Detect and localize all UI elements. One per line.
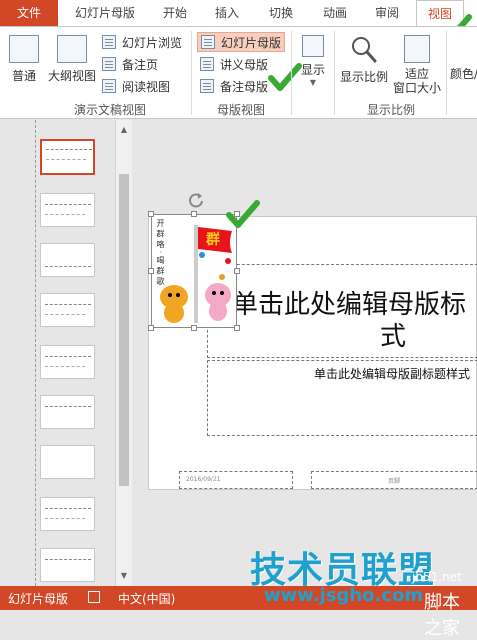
watermark-site: jb51.net (412, 570, 462, 584)
thumbnail-layout[interactable] (40, 345, 95, 379)
reading-view-button[interactable]: 阅读视图 (102, 77, 170, 97)
zoom-button[interactable]: 显示比例 (338, 35, 390, 85)
footer-text: 页脚 (388, 478, 401, 485)
color-grayscale-button[interactable]: 颜色/ (450, 65, 477, 82)
tab-insert[interactable]: 插入 (204, 0, 250, 26)
fit-to-window-button[interactable]: 适应 窗口大小 (392, 35, 442, 95)
slide-sorter-label: 幻灯片浏览 (122, 36, 183, 50)
rotate-handle-icon[interactable] (188, 192, 204, 208)
watermark-url: www.jsgho.com (264, 585, 424, 606)
outline-view-icon (57, 35, 87, 63)
status-view-name: 幻灯片母版 (8, 592, 69, 606)
status-language[interactable]: 中文(中国) (118, 590, 175, 607)
handout-master-button[interactable]: 讲义母版 (200, 55, 268, 75)
notes-page-label: 备注页 (122, 58, 159, 72)
check-mark-icon (226, 200, 260, 228)
ribbon-tabs: 文件 幻灯片母版 开始 插入 切换 动画 审阅 视图 (0, 0, 477, 42)
thumbnail-layout[interactable] (40, 243, 95, 277)
slide-editing-area: 单击此处编辑母版标 式 单击此处编辑母版副标题样式 2016/09/21 页脚 … (134, 120, 477, 586)
outline-view-button[interactable]: 大纲视图 (44, 35, 100, 84)
resize-handle[interactable] (148, 268, 154, 274)
group-divider (446, 31, 447, 115)
outline-view-label: 大纲视图 (47, 69, 96, 83)
normal-view-button[interactable]: 普通 (6, 35, 42, 84)
scrollbar-thumb[interactable] (119, 174, 129, 486)
slide-thumbnail-pane: ▲ ▼ (0, 120, 133, 586)
thumbnail-master[interactable] (40, 139, 95, 175)
resize-handle[interactable] (148, 325, 154, 331)
slide-sorter-icon (102, 35, 116, 49)
footer-placeholder[interactable]: 页脚 (311, 471, 477, 489)
scroll-up-icon[interactable]: ▲ (116, 122, 132, 138)
title-line1: 单击此处编辑母版标 (232, 290, 467, 320)
notes-page-icon (102, 57, 116, 71)
handout-master-label: 讲义母版 (220, 58, 269, 72)
reading-view-label: 阅读视图 (122, 80, 171, 94)
tab-animations[interactable]: 动画 (312, 0, 358, 26)
thumbnail-layout[interactable] (40, 395, 95, 429)
normal-view-icon (9, 35, 39, 63)
subtitle-placeholder[interactable]: 单击此处编辑母版副标题样式 (207, 360, 477, 436)
notes-master-icon (200, 79, 214, 93)
flag-text: 群 (206, 232, 220, 248)
tab-review[interactable]: 审阅 (364, 0, 410, 26)
show-icon (302, 35, 324, 57)
zoom-label: 显示比例 (339, 70, 388, 84)
master-views-group-label: 母版视图 (216, 103, 265, 117)
group-divider (334, 31, 335, 115)
show-button[interactable]: 显示 ▼ (296, 35, 330, 87)
resize-handle[interactable] (234, 325, 240, 331)
zoom-group-label: 显示比例 (366, 103, 415, 117)
fit-window-icon (404, 35, 430, 63)
ribbon: 普通 大纲视图 幻灯片浏览 备注页 阅读视图 演示文稿视图 幻灯片母版 讲义母版… (0, 26, 477, 119)
resize-handle[interactable] (191, 325, 197, 331)
slide-master-button[interactable]: 幻灯片母版 (197, 32, 286, 52)
title-line2: 式 (380, 322, 407, 352)
notes-page-button[interactable]: 备注页 (102, 55, 158, 75)
slide-master-icon (201, 35, 215, 49)
magnifier-icon (352, 37, 377, 63)
tab-transitions[interactable]: 切换 (258, 0, 304, 26)
tab-file[interactable]: 文件 (0, 0, 58, 26)
group-divider (191, 31, 192, 115)
resize-handle[interactable] (191, 211, 197, 217)
resize-handle[interactable] (148, 211, 154, 217)
thumbnail-layout[interactable] (40, 548, 95, 582)
date-text: 2016/09/21 (186, 476, 221, 483)
notes-master-label: 备注母版 (220, 80, 269, 94)
tab-slide-master[interactable]: 幻灯片母版 (62, 0, 148, 26)
thumbnail-layout[interactable] (40, 497, 95, 531)
fit-label-line1: 适应 (404, 67, 429, 81)
fit-label-line2: 窗口大小 (392, 81, 441, 95)
handout-master-icon (200, 57, 214, 71)
cartoon-flag-image[interactable]: 群 开 群 咯 · 喝 群 歌 (148, 211, 240, 331)
subtitle-text: 单击此处编辑母版副标题样式 (314, 367, 471, 381)
chevron-down-icon: ▼ (309, 78, 317, 87)
scroll-down-icon[interactable]: ▼ (116, 568, 132, 584)
slide-master-label: 幻灯片母版 (221, 36, 282, 50)
group-divider (291, 31, 292, 115)
tab-home[interactable]: 开始 (152, 0, 198, 26)
vertical-text: 开 群 咯 · 喝 群 歌 (156, 219, 165, 285)
master-connector-line (35, 120, 36, 586)
notes-icon[interactable] (88, 591, 100, 603)
title-placeholder[interactable]: 单击此处编辑母版标 式 (207, 264, 477, 358)
presentation-views-group-label: 演示文稿视图 (73, 103, 146, 117)
watermark-tail: 脚本之家 (424, 592, 460, 639)
color-label: 颜色/ (450, 67, 477, 81)
date-placeholder[interactable]: 2016/09/21 (179, 471, 293, 489)
notes-master-button[interactable]: 备注母版 (200, 77, 268, 97)
thumbnail-layout[interactable] (40, 193, 95, 227)
reading-view-icon (102, 79, 116, 93)
normal-view-label: 普通 (11, 69, 36, 83)
resize-handle[interactable] (234, 268, 240, 274)
show-label: 显示 (300, 63, 325, 77)
thumbnail-scrollbar[interactable]: ▲ ▼ (115, 120, 132, 586)
thumbnail-layout[interactable] (40, 445, 95, 479)
thumbnail-layout[interactable] (40, 293, 95, 327)
slide-sorter-button[interactable]: 幻灯片浏览 (102, 33, 182, 53)
